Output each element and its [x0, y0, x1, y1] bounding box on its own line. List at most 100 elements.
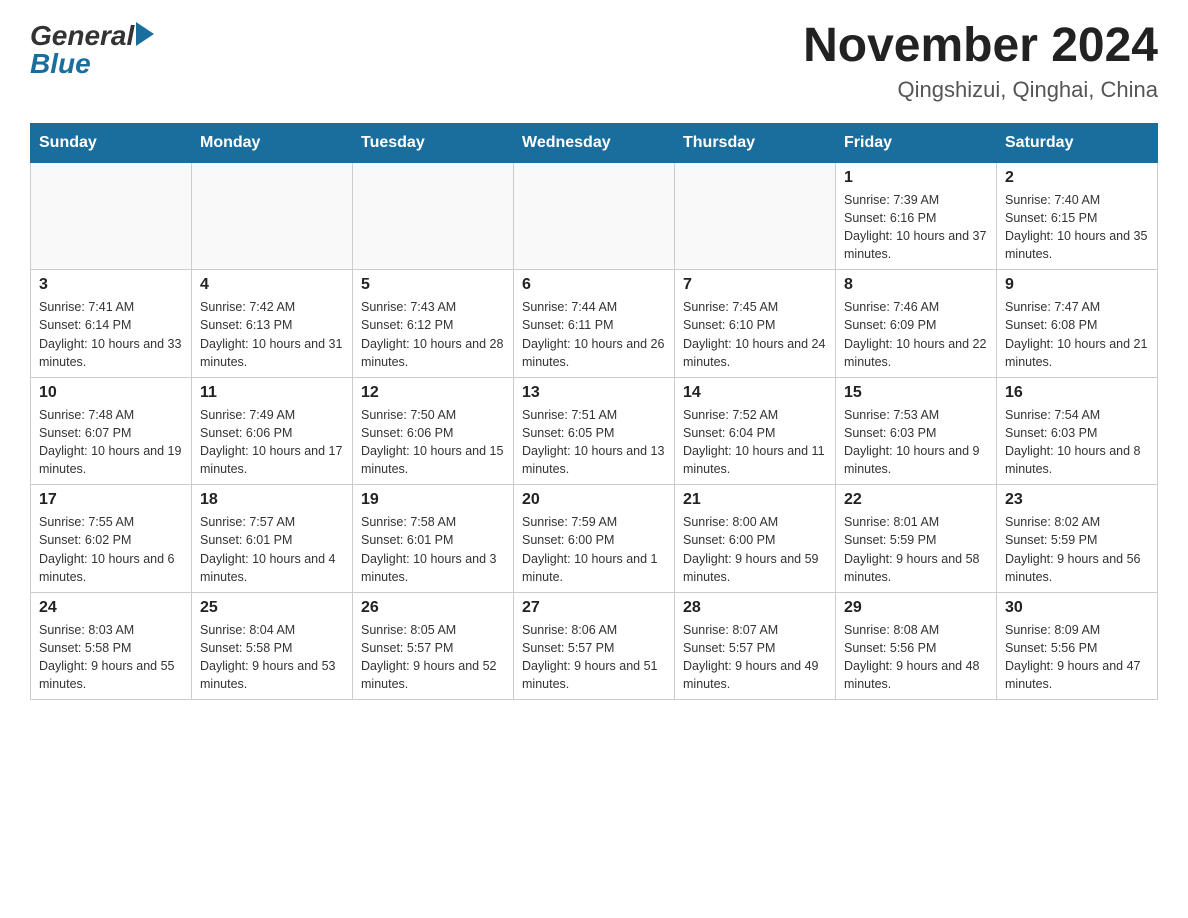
calendar-cell: 7 Sunrise: 7:45 AMSunset: 6:10 PMDaylight…	[675, 270, 836, 378]
day-number: 15	[844, 384, 988, 402]
day-number: 4	[200, 276, 344, 294]
day-info: Sunrise: 7:51 AMSunset: 6:05 PMDaylight:…	[522, 406, 666, 479]
calendar-cell	[31, 162, 192, 270]
calendar-cell: 4 Sunrise: 7:42 AMSunset: 6:13 PMDaylight…	[192, 270, 353, 378]
day-info: Sunrise: 7:59 AMSunset: 6:00 PMDaylight:…	[522, 513, 666, 586]
calendar-cell	[192, 162, 353, 270]
day-info: Sunrise: 8:09 AMSunset: 5:56 PMDaylight:…	[1005, 621, 1149, 694]
calendar-cell: 11 Sunrise: 7:49 AMSunset: 6:06 PMDayligh…	[192, 377, 353, 485]
day-header-friday: Friday	[836, 123, 997, 162]
week-row-4: 17 Sunrise: 7:55 AMSunset: 6:02 PMDayligh…	[31, 485, 1158, 593]
day-info: Sunrise: 7:50 AMSunset: 6:06 PMDaylight:…	[361, 406, 505, 479]
logo: General Blue	[30, 20, 154, 80]
day-number: 22	[844, 491, 988, 509]
day-info: Sunrise: 7:48 AMSunset: 6:07 PMDaylight:…	[39, 406, 183, 479]
calendar-cell: 16 Sunrise: 7:54 AMSunset: 6:03 PMDayligh…	[997, 377, 1158, 485]
calendar-cell: 1 Sunrise: 7:39 AMSunset: 6:16 PMDaylight…	[836, 162, 997, 270]
day-info: Sunrise: 7:45 AMSunset: 6:10 PMDaylight:…	[683, 298, 827, 371]
day-header-tuesday: Tuesday	[353, 123, 514, 162]
day-number: 16	[1005, 384, 1149, 402]
day-number: 19	[361, 491, 505, 509]
day-info: Sunrise: 7:39 AMSunset: 6:16 PMDaylight:…	[844, 191, 988, 264]
day-info: Sunrise: 8:02 AMSunset: 5:59 PMDaylight:…	[1005, 513, 1149, 586]
calendar-cell: 3Sunrise: 7:41 AMSunset: 6:14 PMDaylight…	[31, 270, 192, 378]
day-info: Sunrise: 7:54 AMSunset: 6:03 PMDaylight:…	[1005, 406, 1149, 479]
day-info: Sunrise: 7:55 AMSunset: 6:02 PMDaylight:…	[39, 513, 183, 586]
calendar-cell: 6Sunrise: 7:44 AMSunset: 6:11 PMDaylight…	[514, 270, 675, 378]
calendar-cell: 14 Sunrise: 7:52 AMSunset: 6:04 PMDayligh…	[675, 377, 836, 485]
calendar-cell	[514, 162, 675, 270]
calendar-cell: 21 Sunrise: 8:00 AMSunset: 6:00 PMDayligh…	[675, 485, 836, 593]
day-info: Sunrise: 8:05 AMSunset: 5:57 PMDaylight:…	[361, 621, 505, 694]
day-number: 17	[39, 491, 183, 509]
calendar-cell: 28Sunrise: 8:07 AMSunset: 5:57 PMDayligh…	[675, 592, 836, 700]
day-info: Sunrise: 8:04 AMSunset: 5:58 PMDaylight:…	[200, 621, 344, 694]
calendar-cell	[675, 162, 836, 270]
logo-blue-text: Blue	[30, 48, 154, 80]
page-header: General Blue November 2024 Qingshizui, Q…	[30, 20, 1158, 103]
day-info: Sunrise: 7:53 AMSunset: 6:03 PMDaylight:…	[844, 406, 988, 479]
day-number: 26	[361, 599, 505, 617]
calendar-cell: 12 Sunrise: 7:50 AMSunset: 6:06 PMDayligh…	[353, 377, 514, 485]
day-header-monday: Monday	[192, 123, 353, 162]
day-info: Sunrise: 7:43 AMSunset: 6:12 PMDaylight:…	[361, 298, 505, 371]
day-number: 27	[522, 599, 666, 617]
day-header-saturday: Saturday	[997, 123, 1158, 162]
calendar-cell: 27 Sunrise: 8:06 AMSunset: 5:57 PMDayligh…	[514, 592, 675, 700]
calendar-cell	[353, 162, 514, 270]
day-info: Sunrise: 7:46 AMSunset: 6:09 PMDaylight:…	[844, 298, 988, 371]
day-number: 12	[361, 384, 505, 402]
calendar-title: November 2024	[803, 20, 1158, 73]
day-info: Sunrise: 7:41 AMSunset: 6:14 PMDaylight:…	[39, 298, 183, 371]
days-header-row: SundayMondayTuesdayWednesdayThursdayFrid…	[31, 123, 1158, 162]
day-info: Sunrise: 8:06 AMSunset: 5:57 PMDaylight:…	[522, 621, 666, 694]
day-info: Sunrise: 7:42 AMSunset: 6:13 PMDaylight:…	[200, 298, 344, 371]
calendar-cell: 30 Sunrise: 8:09 AMSunset: 5:56 PMDayligh…	[997, 592, 1158, 700]
day-info: Sunrise: 7:52 AMSunset: 6:04 PMDaylight:…	[683, 406, 827, 479]
day-number: 5	[361, 276, 505, 294]
day-header-thursday: Thursday	[675, 123, 836, 162]
week-row-2: 3Sunrise: 7:41 AMSunset: 6:14 PMDaylight…	[31, 270, 1158, 378]
day-info: Sunrise: 8:00 AMSunset: 6:00 PMDaylight:…	[683, 513, 827, 586]
calendar-cell: 24Sunrise: 8:03 AMSunset: 5:58 PMDayligh…	[31, 592, 192, 700]
calendar-cell: 8 Sunrise: 7:46 AMSunset: 6:09 PMDaylight…	[836, 270, 997, 378]
day-number: 11	[200, 384, 344, 402]
day-info: Sunrise: 7:47 AMSunset: 6:08 PMDaylight:…	[1005, 298, 1149, 371]
calendar-cell: 13 Sunrise: 7:51 AMSunset: 6:05 PMDayligh…	[514, 377, 675, 485]
day-info: Sunrise: 7:49 AMSunset: 6:06 PMDaylight:…	[200, 406, 344, 479]
day-info: Sunrise: 8:07 AMSunset: 5:57 PMDaylight:…	[683, 621, 827, 694]
day-number: 30	[1005, 599, 1149, 617]
calendar-cell: 23 Sunrise: 8:02 AMSunset: 5:59 PMDayligh…	[997, 485, 1158, 593]
day-number: 29	[844, 599, 988, 617]
day-info: Sunrise: 8:03 AMSunset: 5:58 PMDaylight:…	[39, 621, 183, 694]
day-number: 1	[844, 169, 988, 187]
day-info: Sunrise: 8:08 AMSunset: 5:56 PMDaylight:…	[844, 621, 988, 694]
day-number: 10	[39, 384, 183, 402]
day-info: Sunrise: 7:44 AMSunset: 6:11 PMDaylight:…	[522, 298, 666, 371]
calendar-cell: 5 Sunrise: 7:43 AMSunset: 6:12 PMDaylight…	[353, 270, 514, 378]
day-number: 8	[844, 276, 988, 294]
calendar-cell: 18Sunrise: 7:57 AMSunset: 6:01 PMDayligh…	[192, 485, 353, 593]
calendar-cell: 22Sunrise: 8:01 AMSunset: 5:59 PMDayligh…	[836, 485, 997, 593]
day-header-sunday: Sunday	[31, 123, 192, 162]
day-number: 23	[1005, 491, 1149, 509]
day-number: 21	[683, 491, 827, 509]
calendar-cell: 2 Sunrise: 7:40 AMSunset: 6:15 PMDaylight…	[997, 162, 1158, 270]
day-number: 13	[522, 384, 666, 402]
day-info: Sunrise: 7:40 AMSunset: 6:15 PMDaylight:…	[1005, 191, 1149, 264]
week-row-3: 10 Sunrise: 7:48 AMSunset: 6:07 PMDayligh…	[31, 377, 1158, 485]
calendar-cell: 20Sunrise: 7:59 AMSunset: 6:00 PMDayligh…	[514, 485, 675, 593]
day-number: 9	[1005, 276, 1149, 294]
day-number: 2	[1005, 169, 1149, 187]
day-number: 25	[200, 599, 344, 617]
week-row-5: 24Sunrise: 8:03 AMSunset: 5:58 PMDayligh…	[31, 592, 1158, 700]
calendar-cell: 25 Sunrise: 8:04 AMSunset: 5:58 PMDayligh…	[192, 592, 353, 700]
logo-arrow-icon	[136, 22, 154, 46]
calendar-cell: 15 Sunrise: 7:53 AMSunset: 6:03 PMDayligh…	[836, 377, 997, 485]
day-number: 7	[683, 276, 827, 294]
calendar-cell: 19Sunrise: 7:58 AMSunset: 6:01 PMDayligh…	[353, 485, 514, 593]
day-number: 14	[683, 384, 827, 402]
calendar-table: SundayMondayTuesdayWednesdayThursdayFrid…	[30, 123, 1158, 701]
calendar-subtitle: Qingshizui, Qinghai, China	[803, 77, 1158, 103]
calendar-cell: 10 Sunrise: 7:48 AMSunset: 6:07 PMDayligh…	[31, 377, 192, 485]
